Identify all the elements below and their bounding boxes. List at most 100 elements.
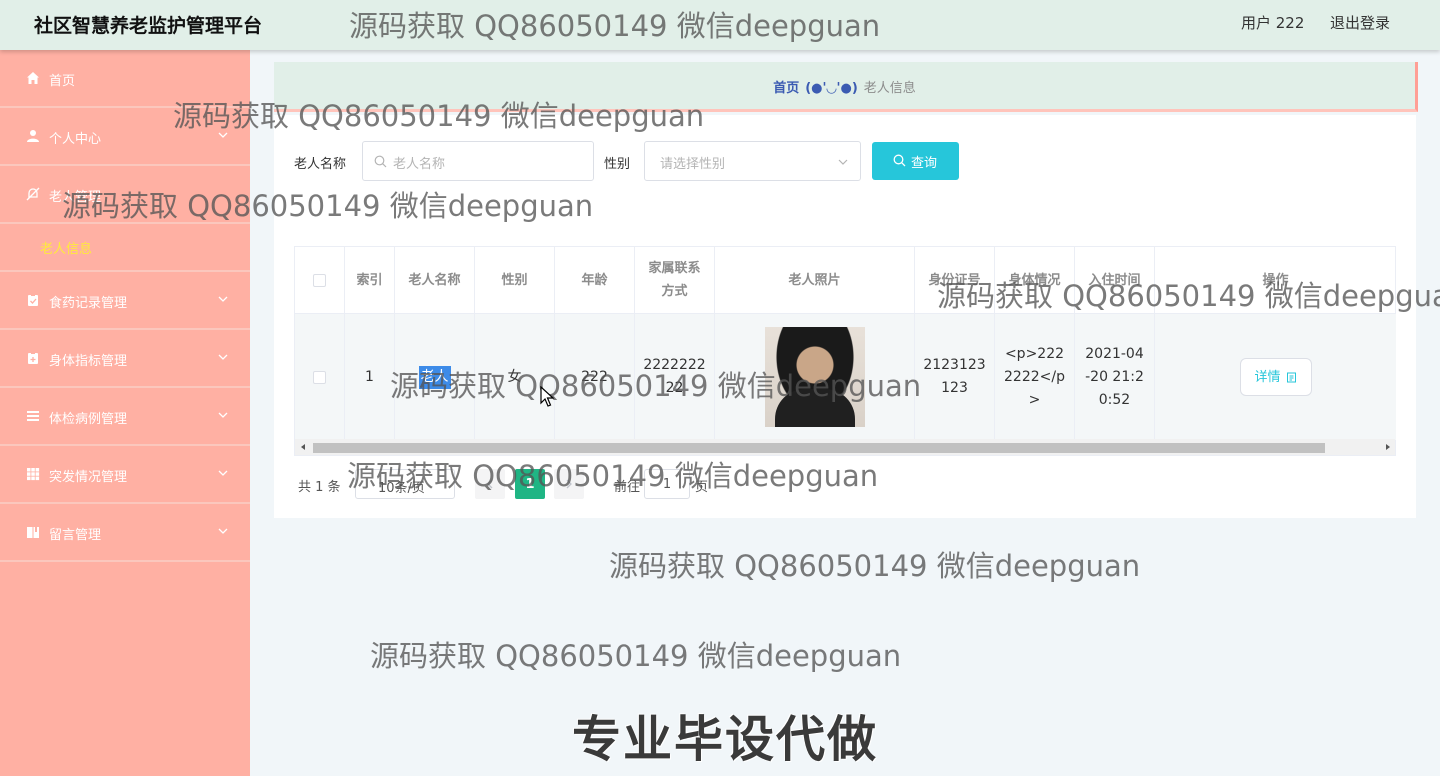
breadcrumb-separator: (●'◡'●) bbox=[805, 81, 858, 96]
app-title: 社区智慧养老监护管理平台 bbox=[34, 15, 263, 37]
cell-contact: 2222222 22 bbox=[635, 314, 715, 440]
home-icon bbox=[27, 72, 39, 84]
chevron-left-icon bbox=[487, 479, 493, 489]
prev-page-button[interactable] bbox=[475, 469, 505, 499]
detail-button-label: 详情 bbox=[1254, 369, 1281, 385]
sidebar: 首页 个人中心 老人管理 老人信息 食药记录管理 身体指标管理 体检病例管理 突… bbox=[0, 50, 250, 776]
column-header: 性别 bbox=[475, 247, 555, 314]
sidebar-item-label: 留言管理 bbox=[49, 528, 102, 543]
search-icon bbox=[374, 155, 387, 168]
breadcrumb-home[interactable]: 首页 bbox=[773, 81, 799, 96]
current-user: 用户 222 bbox=[1241, 14, 1305, 32]
cell-name: 老人 bbox=[395, 314, 475, 440]
header-select-all[interactable] bbox=[295, 247, 345, 314]
column-header: 索引 bbox=[345, 247, 395, 314]
watermark-banner: 专业毕设代做 bbox=[572, 711, 879, 768]
list-icon bbox=[27, 411, 39, 421]
page-suffix: 页 bbox=[695, 480, 709, 495]
user-icon bbox=[27, 130, 39, 142]
sidebar-item-home[interactable]: 首页 bbox=[0, 50, 250, 108]
mouse-cursor-icon bbox=[540, 386, 554, 407]
sidebar-item-label: 身体指标管理 bbox=[49, 354, 128, 369]
search-button-label: 查询 bbox=[911, 156, 938, 171]
gender-placeholder: 请选择性别 bbox=[660, 157, 726, 172]
page-number-current[interactable]: 1 bbox=[515, 469, 545, 499]
logout-link[interactable]: 退出登录 bbox=[1330, 12, 1390, 33]
chevron-down-icon bbox=[218, 470, 228, 476]
cell-photo bbox=[715, 314, 915, 440]
sidebar-item-body-metrics[interactable]: 身体指标管理 bbox=[0, 330, 250, 388]
gender-label: 性别 bbox=[604, 157, 631, 172]
top-header: 社区智慧养老监护管理平台 用户 222 退出登录 bbox=[0, 0, 1440, 50]
gender-select[interactable]: 请选择性别 bbox=[644, 141, 861, 181]
watermark-text: 源码获取 QQ86050149 微信deepguan bbox=[609, 549, 1141, 583]
chevron-down-icon bbox=[218, 528, 228, 534]
column-header: 入住时间 bbox=[1075, 247, 1155, 314]
clipboard-icon bbox=[28, 294, 38, 306]
search-button[interactable]: 查询 bbox=[872, 142, 959, 180]
name-search-input[interactable]: 老人名称 bbox=[362, 141, 594, 181]
clipboard-icon bbox=[28, 352, 38, 364]
cell-id-number: 2123123 123 bbox=[915, 314, 995, 440]
row-checkbox[interactable] bbox=[313, 370, 326, 384]
column-header: 身份证号 bbox=[915, 247, 995, 314]
elder-photo bbox=[764, 327, 865, 427]
sidebar-item-personal-center[interactable]: 个人中心 bbox=[0, 108, 250, 166]
document-icon bbox=[1286, 372, 1296, 382]
breadcrumb: 首页 (●'◡'●) 老人信息 bbox=[274, 77, 1415, 96]
book-icon bbox=[27, 527, 39, 538]
elder-table: 索引 老人名称 性别 年龄 家属联系方式 老人照片 身份证号 身体情况 入住时间… bbox=[294, 246, 1396, 456]
name-placeholder: 老人名称 bbox=[393, 157, 446, 172]
cell-actions: 详情 bbox=[1155, 314, 1396, 440]
chevron-down-icon bbox=[218, 132, 228, 138]
cell-gender: 女 bbox=[475, 314, 555, 440]
sidebar-item-elder-management[interactable]: 老人管理 bbox=[0, 166, 250, 224]
sidebar-subitem-label: 老人信息 bbox=[40, 242, 93, 257]
chevron-down-icon bbox=[838, 159, 848, 165]
column-header: 年龄 bbox=[555, 247, 635, 314]
cell-age: 222 bbox=[555, 314, 635, 440]
grid-icon bbox=[27, 468, 40, 481]
sidebar-item-medical-records[interactable]: 体检病例管理 bbox=[0, 388, 250, 446]
sidebar-item-messages[interactable]: 留言管理 bbox=[0, 504, 250, 562]
column-header: 操作 bbox=[1155, 247, 1396, 314]
detail-button[interactable]: 详情 bbox=[1239, 358, 1312, 396]
chevron-down-icon bbox=[218, 296, 228, 302]
scroll-left-icon[interactable] bbox=[299, 443, 307, 451]
name-label: 老人名称 bbox=[294, 157, 347, 172]
sidebar-item-label: 突发情况管理 bbox=[49, 470, 128, 485]
sidebar-item-label: 体检病例管理 bbox=[49, 412, 128, 427]
column-header: 身体情况 bbox=[995, 247, 1075, 314]
scrollbar-thumb[interactable] bbox=[313, 443, 1325, 453]
horizontal-scrollbar[interactable] bbox=[295, 439, 1395, 455]
column-header: 家属联系方式 bbox=[635, 247, 715, 314]
select-all-checkbox[interactable] bbox=[313, 273, 326, 287]
sidebar-item-food-medicine[interactable]: 食药记录管理 bbox=[0, 272, 250, 330]
cell-index: 1 bbox=[345, 314, 395, 440]
goto-page-input[interactable]: 1 bbox=[644, 469, 690, 499]
page-size-value: 10条/页 bbox=[378, 481, 425, 496]
page-size-select[interactable]: 10条/页 bbox=[355, 469, 455, 499]
chevron-down-icon bbox=[218, 354, 228, 360]
bell-off-icon bbox=[26, 187, 40, 201]
sidebar-item-label: 首页 bbox=[49, 74, 76, 89]
row-select-cell[interactable] bbox=[295, 314, 345, 440]
search-icon bbox=[893, 154, 906, 167]
breadcrumb-current: 老人信息 bbox=[863, 81, 916, 96]
goto-label: 前往 bbox=[614, 480, 641, 495]
sidebar-item-label: 个人中心 bbox=[49, 132, 102, 147]
watermark-text: 源码获取 QQ86050149 微信deepguan bbox=[370, 639, 902, 673]
sidebar-item-emergencies[interactable]: 突发情况管理 bbox=[0, 446, 250, 504]
pagination-total: 共 1 条 bbox=[298, 480, 341, 495]
sidebar-item-label: 老人管理 bbox=[49, 190, 102, 205]
column-header: 老人照片 bbox=[715, 247, 915, 314]
scroll-right-icon[interactable] bbox=[1384, 443, 1392, 451]
column-header: 老人名称 bbox=[395, 247, 475, 314]
breadcrumb-bar: 首页 (●'◡'●) 老人信息 bbox=[274, 62, 1418, 112]
next-page-button[interactable] bbox=[554, 469, 584, 499]
sidebar-subitem-elder-info[interactable]: 老人信息 bbox=[0, 222, 250, 272]
sidebar-item-label: 食药记录管理 bbox=[49, 296, 128, 311]
chevron-right-icon bbox=[566, 479, 572, 489]
chevron-down-icon bbox=[218, 412, 228, 418]
cell-condition: <p>222 2222</p > bbox=[995, 314, 1075, 440]
